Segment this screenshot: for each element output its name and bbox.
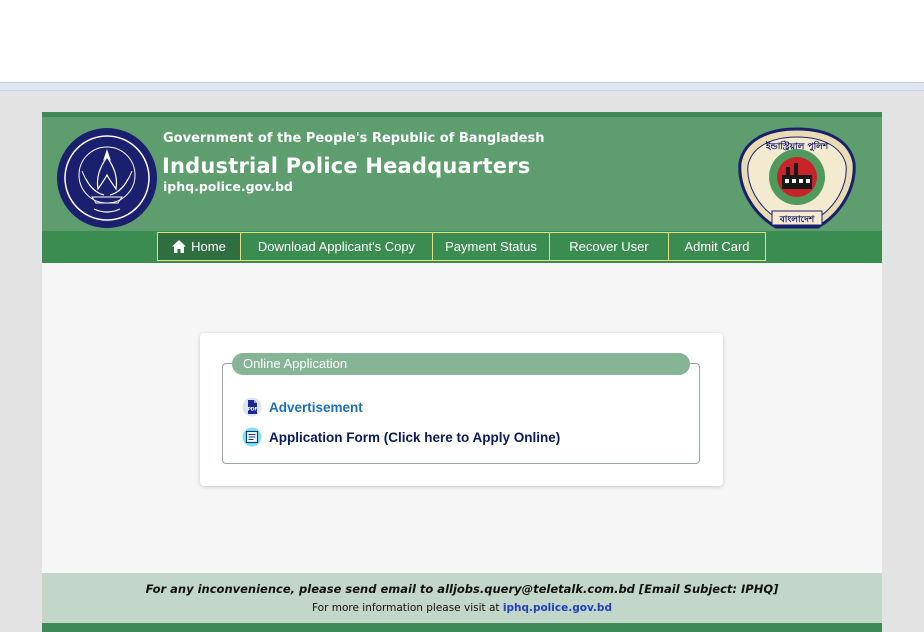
browser-top-area (0, 0, 924, 82)
advertisement-label: Advertisement (269, 399, 363, 415)
nav-recover-label: Recover User (569, 239, 649, 254)
bottom-bar (42, 623, 882, 632)
site-header: Government of the People's Republic of B… (42, 112, 882, 232)
site-url: iphq.police.gov.bd (163, 179, 293, 194)
site-footer: For any inconvenience, please send email… (42, 573, 882, 623)
footer-info-text: For more information please visit at iph… (42, 602, 882, 614)
online-application-legend: Online Application (232, 353, 690, 375)
page-container: Government of the People's Republic of B… (42, 112, 882, 632)
bangladesh-police-emblem-logo (57, 128, 157, 228)
nav-download-label: Download Applicant's Copy (257, 239, 416, 254)
advertisement-link[interactable]: PDF Advertisement (242, 397, 363, 417)
pdf-icon: PDF (242, 397, 262, 417)
main-content: Online Application PDF Advertisement App… (42, 263, 882, 573)
nav-download-applicants-copy[interactable]: Download Applicant's Copy (240, 232, 433, 261)
emblem-text-bottom: বাংলাদেশ (779, 215, 815, 225)
nav-admit-card[interactable]: Admit Card (668, 232, 766, 261)
form-icon (242, 427, 262, 447)
nav-recover-user[interactable]: Recover User (549, 232, 669, 261)
main-navbar: Home Download Applicant's Copy Payment S… (42, 231, 882, 263)
footer-site-link[interactable]: iphq.police.gov.bd (503, 602, 612, 614)
footer-contact-text: For any inconvenience, please send email… (145, 582, 779, 596)
home-icon (172, 240, 187, 253)
emblem-text-top: ইন্ডাস্ট্রিয়াল পুলিশ (765, 140, 829, 153)
online-application-card: Online Application PDF Advertisement App… (200, 333, 723, 486)
nav-home-label: Home (191, 239, 226, 254)
nav-admit-label: Admit Card (684, 239, 750, 254)
svg-text:PDF: PDF (247, 407, 257, 413)
nav-home[interactable]: Home (157, 232, 241, 261)
footer-info-prefix: For more information please visit at (312, 602, 500, 614)
browser-divider (0, 82, 924, 91)
site-title: Industrial Police Headquarters (162, 154, 531, 178)
nav-payment-label: Payment Status (445, 239, 537, 254)
government-text: Government of the People's Republic of B… (163, 131, 545, 146)
nav-payment-status[interactable]: Payment Status (432, 232, 550, 261)
application-form-label: Application Form (Click here to Apply On… (269, 429, 561, 445)
industrial-police-emblem-logo: ইন্ডাস্ট্রিয়াল পুলিশ বাংলাদেশ (738, 127, 856, 229)
application-form-link[interactable]: Application Form (Click here to Apply On… (242, 427, 560, 447)
